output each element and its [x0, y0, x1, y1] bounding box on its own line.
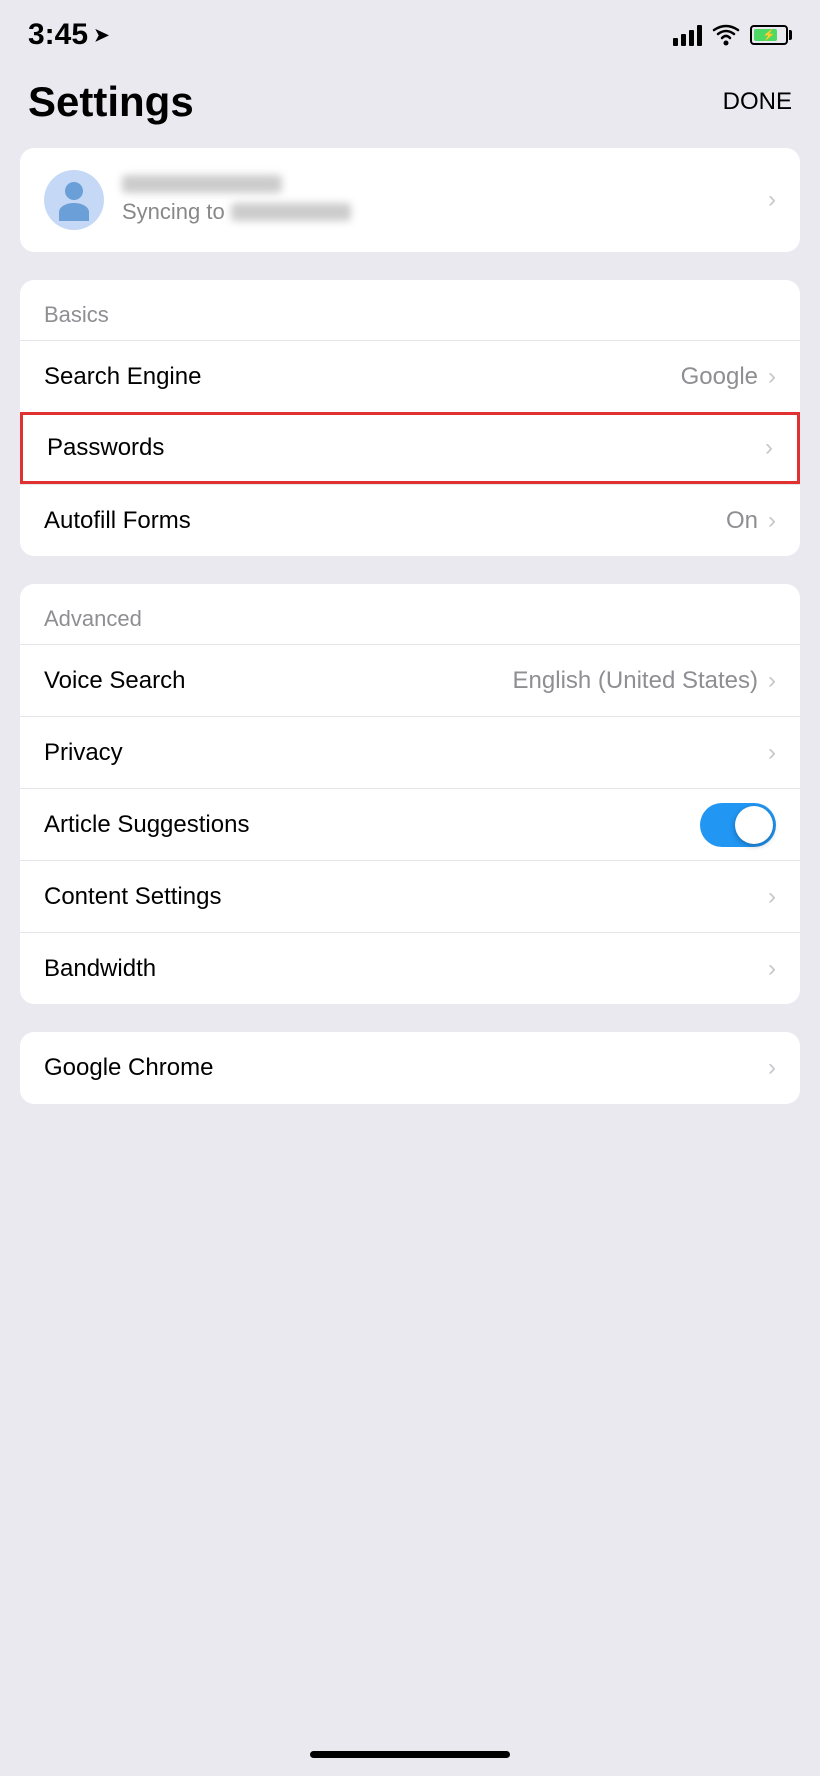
autofill-forms-row[interactable]: Autofill Forms On › — [20, 484, 800, 556]
advanced-card: Advanced Voice Search English (United St… — [20, 584, 800, 1004]
content-settings-row[interactable]: Content Settings › — [20, 860, 800, 932]
search-engine-label: Search Engine — [44, 363, 681, 391]
content-settings-label: Content Settings — [44, 883, 768, 911]
voice-search-chevron-icon: › — [768, 667, 776, 695]
battery-bolt-icon: ⚡ — [762, 29, 776, 42]
battery-icon: ⚡ — [750, 25, 792, 45]
content-settings-chevron-icon: › — [768, 883, 776, 911]
location-icon: ➤ — [94, 25, 109, 46]
autofill-forms-chevron-icon: › — [768, 507, 776, 535]
bandwidth-label: Bandwidth — [44, 955, 768, 983]
search-engine-chevron-icon: › — [768, 363, 776, 391]
account-card: Syncing to › — [20, 148, 800, 252]
account-email — [231, 203, 351, 221]
search-engine-value: Google — [681, 363, 758, 391]
passwords-chevron-icon: › — [765, 434, 773, 462]
passwords-label: Passwords — [47, 434, 765, 462]
account-name — [122, 175, 282, 193]
toggle-thumb — [735, 806, 773, 844]
article-suggestions-row[interactable]: Article Suggestions — [20, 788, 800, 860]
google-chrome-card: Google Chrome › — [20, 1032, 800, 1104]
voice-search-label: Voice Search — [44, 667, 513, 695]
status-bar: 3:45 ➤ ⚡ — [0, 0, 820, 62]
account-info: Syncing to — [122, 175, 768, 225]
wifi-icon — [712, 24, 740, 46]
search-engine-row[interactable]: Search Engine Google › — [20, 340, 800, 412]
account-row[interactable]: Syncing to › — [20, 148, 800, 252]
article-suggestions-toggle[interactable] — [700, 803, 776, 847]
privacy-label: Privacy — [44, 739, 768, 767]
status-icons: ⚡ — [673, 24, 792, 46]
home-indicator — [310, 1751, 510, 1758]
done-button[interactable]: DONE — [723, 88, 792, 116]
voice-search-value: English (United States) — [513, 667, 758, 695]
bandwidth-row[interactable]: Bandwidth › — [20, 932, 800, 1004]
bandwidth-chevron-icon: › — [768, 955, 776, 983]
voice-search-row[interactable]: Voice Search English (United States) › — [20, 644, 800, 716]
signal-bars-icon — [673, 24, 702, 46]
account-chevron-icon: › — [768, 186, 776, 214]
status-time: 3:45 ➤ — [28, 18, 109, 52]
page-title: Settings — [28, 78, 194, 126]
basics-section-label: Basics — [20, 280, 800, 340]
article-suggestions-label: Article Suggestions — [44, 811, 688, 839]
google-chrome-row[interactable]: Google Chrome › — [20, 1032, 800, 1104]
google-chrome-chevron-icon: › — [768, 1054, 776, 1082]
advanced-section-label: Advanced — [20, 584, 800, 644]
privacy-chevron-icon: › — [768, 739, 776, 767]
page-header: Settings DONE — [0, 62, 820, 148]
google-chrome-label: Google Chrome — [44, 1054, 768, 1082]
avatar — [44, 170, 104, 230]
autofill-forms-label: Autofill Forms — [44, 507, 726, 535]
autofill-forms-value: On — [726, 507, 758, 535]
passwords-row[interactable]: Passwords › — [20, 412, 800, 484]
account-sync-label: Syncing to — [122, 199, 768, 225]
privacy-row[interactable]: Privacy › — [20, 716, 800, 788]
basics-card: Basics Search Engine Google › Passwords … — [20, 280, 800, 556]
